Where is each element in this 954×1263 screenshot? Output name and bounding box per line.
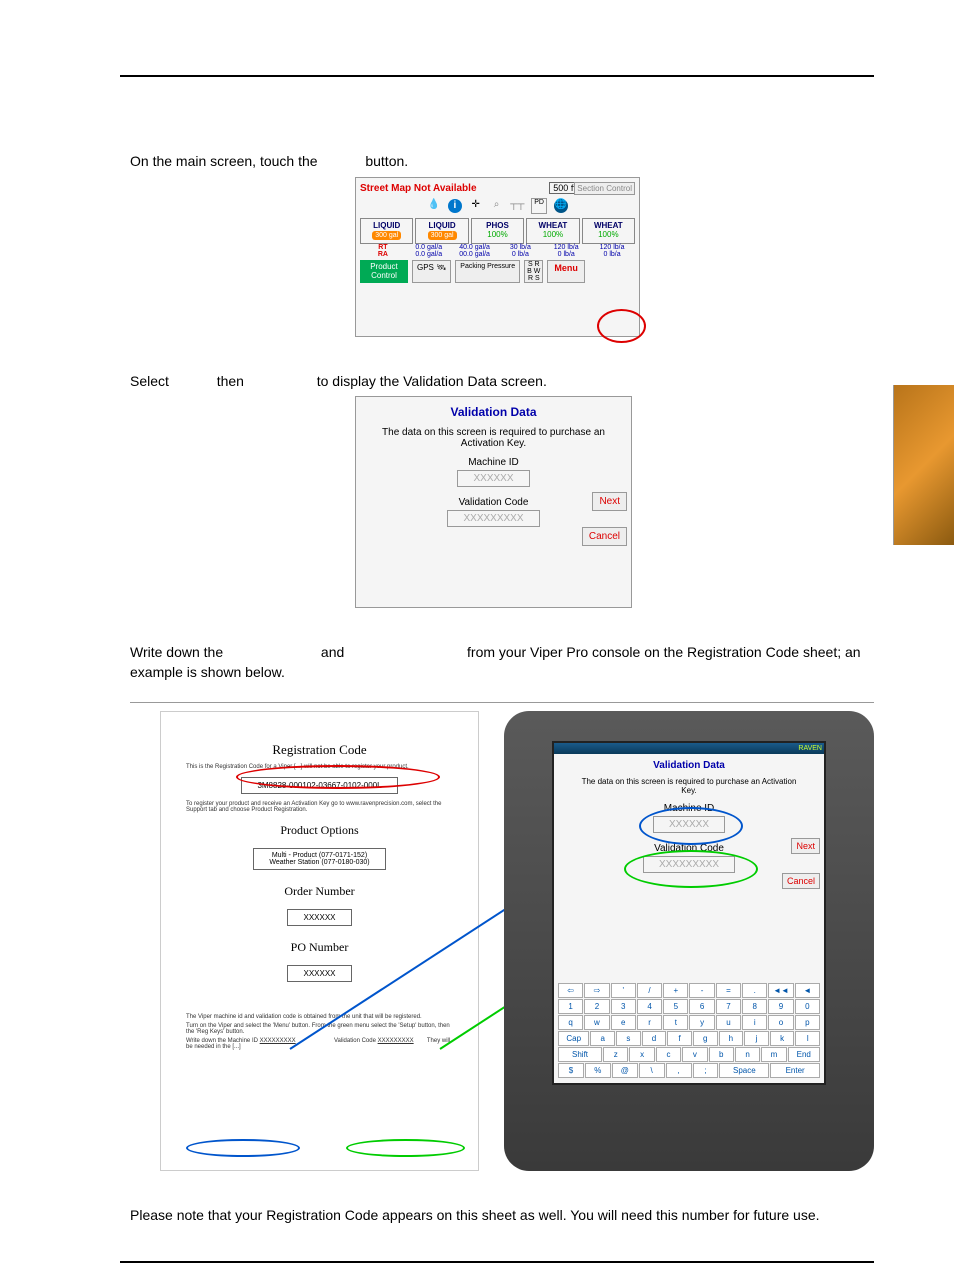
console-next-button[interactable]: Next xyxy=(791,838,820,854)
side-tab-graphic xyxy=(893,385,954,545)
product-options-box: Multi - Product (077-0171-152) Weather S… xyxy=(253,848,385,870)
kb-end[interactable]: End xyxy=(788,1047,820,1062)
console-validation-title: Validation Data xyxy=(554,760,824,771)
registration-code-sheet: Registration Code This is the Registrati… xyxy=(160,711,479,1171)
on-screen-keyboard[interactable]: ⇦ ⇨ ' / + - = . ◄◄ ◄ 1 xyxy=(558,982,820,1079)
zoom-icon[interactable]: ⌕ xyxy=(490,199,504,213)
target-icon[interactable]: ✛ xyxy=(469,199,483,213)
footer-note-text: Please note that your Registration Code … xyxy=(130,1206,874,1226)
globe-icon[interactable]: 🌐 xyxy=(554,199,568,213)
kb-left-arrow[interactable]: ⇦ xyxy=(558,983,583,998)
info-icon[interactable]: i xyxy=(448,199,462,213)
menu-highlight-circle xyxy=(597,309,646,343)
product-control-button[interactable]: Product Control xyxy=(360,260,408,283)
validation-subtitle: The data on this screen is required to p… xyxy=(376,427,611,449)
kb-right-arrow[interactable]: ⇨ xyxy=(584,983,609,998)
validation-data-screenshot: Validation Data The data on this screen … xyxy=(355,396,632,608)
pd-icon[interactable]: PD xyxy=(531,198,547,214)
step2-text: Select then to display the Validation Da… xyxy=(130,372,874,392)
spray-icon: 💧 xyxy=(427,199,441,213)
order-number-value: XXXXXX xyxy=(287,909,351,926)
map-not-available-label: Street Map Not Available xyxy=(360,183,477,194)
validation-code-field: XXXXXXXXX xyxy=(447,510,539,527)
console-banner: RAVEN xyxy=(554,743,824,754)
console-cancel-button[interactable]: Cancel xyxy=(782,873,820,889)
menu-button[interactable]: Menu xyxy=(547,260,585,283)
po-number-heading: PO Number xyxy=(176,940,463,955)
sbwr-indicator: S RB WR S xyxy=(524,260,543,283)
console-machine-id-label: Machine ID xyxy=(554,803,824,814)
console-machine-id-field: XXXXXX xyxy=(653,816,725,833)
product-row: LIQUID300 gal LIQUID300 gal PHOS100% WHE… xyxy=(360,218,635,244)
packing-pressure-button[interactable]: Packing Pressure xyxy=(455,260,520,283)
console-validation-code-label: Validation Code xyxy=(554,843,824,854)
gps-button[interactable]: GPS 🛰 xyxy=(412,260,451,283)
console-validation-code-field: XXXXXXXXX xyxy=(643,856,735,873)
next-button[interactable]: Next xyxy=(592,492,627,511)
kb-enter[interactable]: Enter xyxy=(770,1063,820,1078)
po-number-value: XXXXXX xyxy=(287,965,351,982)
viper-pro-console-image: RAVEN Validation Data The data on this s… xyxy=(504,711,874,1171)
order-number-heading: Order Number xyxy=(176,884,463,899)
kb-cap[interactable]: Cap xyxy=(558,1031,589,1046)
registration-code-heading: Registration Code xyxy=(176,742,463,758)
registration-code-value: 3M8828-000102-03667-0102-000L xyxy=(241,777,397,794)
main-screen-screenshot: Street Map Not Available 500 ft Section … xyxy=(355,177,640,337)
machine-id-field: XXXXXX xyxy=(457,470,529,487)
cancel-button[interactable]: Cancel xyxy=(582,527,627,546)
kb-space[interactable]: Space xyxy=(719,1063,769,1078)
machine-id-label: Machine ID xyxy=(356,457,631,468)
sheet-machine-id-highlight xyxy=(186,1139,300,1157)
boom-icon[interactable]: ┬┬ xyxy=(510,199,524,213)
section-control-button[interactable]: Section Control xyxy=(574,182,635,195)
sheet-validation-code-highlight xyxy=(346,1139,465,1157)
step1-text: On the main screen, touch the button. xyxy=(130,152,874,172)
kb-backspace[interactable]: ◄ xyxy=(795,983,820,998)
console-subtitle: The data on this screen is required to p… xyxy=(579,777,799,795)
validation-code-label: Validation Code xyxy=(356,497,631,508)
product-options-heading: Product Options xyxy=(176,823,463,838)
step3-text: Write down the and from your Viper Pro c… xyxy=(130,643,874,682)
validation-data-title: Validation Data xyxy=(356,405,631,419)
kb-shift[interactable]: Shift xyxy=(558,1047,602,1062)
kb-backspace-word[interactable]: ◄◄ xyxy=(768,983,793,998)
